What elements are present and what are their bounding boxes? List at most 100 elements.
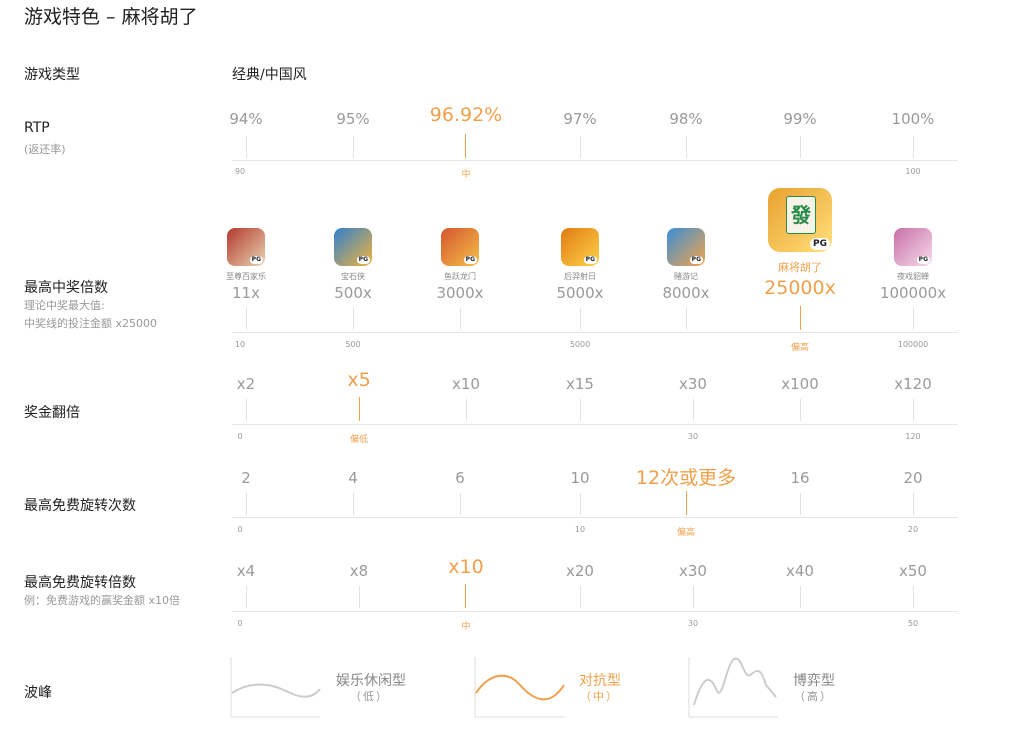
game-type-value: 经典/中国风 [232,67,307,83]
tick [800,493,801,515]
scale-label: 500 [345,340,361,349]
game-icon[interactable]: PG [441,228,479,266]
game-icon[interactable]: PG [227,228,265,266]
tick [686,136,687,158]
free-spins-value: 20 [903,469,923,487]
scale-marker: 偏高 [790,343,810,353]
wave-mid-level: （中） [580,690,619,703]
game-name: 后羿射日 [564,272,596,281]
scale-marker: 中 [461,170,471,180]
free-mult-value: x4 [236,562,256,580]
max-win-value: 8000x [662,284,710,302]
free-mult-value: x20 [566,562,594,580]
mahjong-tile-icon: 發 [786,196,816,234]
tick [246,586,247,608]
scale-label: 10 [234,340,246,349]
free-spins-value: 10 [570,469,590,487]
axis-line [232,160,958,161]
free-mult-value: x8 [349,562,369,580]
axis-line [232,424,958,425]
tick [913,136,914,158]
tick [353,308,354,330]
scale-label: 0 [237,432,243,441]
tick [246,493,247,515]
game-icon[interactable]: PG [561,228,599,266]
max-win-value: 3000x [436,284,484,302]
max-win-value: 100000x [879,284,947,302]
axis-line [232,611,958,612]
tick [800,136,801,158]
wave-low-icon [230,657,321,718]
rtp-value: 98% [669,110,703,128]
scale-label: 100 [905,167,921,176]
tick [580,493,581,515]
pg-logo: PG [583,256,597,264]
free-spins-value: 4 [348,469,358,487]
scale-label: 30 [687,432,699,441]
pg-logo: PG [689,256,703,264]
free-spins-value: 16 [790,469,810,487]
game-icon[interactable]: PG [894,228,932,266]
rtp-value: 95% [336,110,370,128]
free-mult-sub: 例：免费游戏的赢奖金额 x10倍 [24,594,181,607]
free-spins-value-current: 12次或更多 [635,467,737,489]
scale-label: 0 [237,525,243,534]
scale-label: 30 [687,619,699,628]
tick [693,399,694,421]
multiplier-value-current: x5 [347,369,371,391]
free-mult-label: 最高免费旋转倍数 [24,575,136,591]
multiplier-value: x100 [781,375,819,393]
wave-high-icon [688,657,778,718]
game-icon[interactable]: PG [334,228,372,266]
multiplier-value: x15 [566,375,594,393]
pg-logo: PG [916,256,930,264]
volatility-label: 波峰 [24,685,52,701]
max-win-value-current: 25000x [764,277,836,299]
rtp-value: 99% [783,110,817,128]
tick [460,493,461,515]
rtp-value: 94% [229,110,263,128]
tick [686,308,687,330]
game-name: 鱼跃龙门 [444,272,476,281]
pg-logo: PG [249,256,263,264]
tick [580,308,581,330]
tick [913,493,914,515]
multiplier-label: 奖金翻倍 [24,405,80,421]
wave-low-name: 娱乐休闲型 [336,673,406,689]
game-name: 赌游记 [674,272,698,281]
free-mult-value: x30 [679,562,707,580]
tick-current [465,584,466,608]
page-title: 游戏特色 – 麻将胡了 [24,6,198,28]
pg-logo: PG [810,238,830,250]
game-icon-current[interactable]: 發 PG [768,188,832,252]
game-name: 宝石侠 [341,272,365,281]
tick [353,493,354,515]
scale-label: 5000 [569,340,591,349]
scale-marker: 偏低 [349,435,369,445]
tick-current [359,397,360,421]
tick [466,399,467,421]
scale-marker: 中 [461,622,471,632]
game-name: 至尊百家乐 [226,272,266,281]
multiplier-value: x120 [894,375,932,393]
tick-current [800,306,801,330]
tick [693,586,694,608]
max-win-value: 11x [232,284,260,302]
wave-high-level: （高） [794,690,833,703]
pg-logo: PG [356,256,370,264]
tick [246,136,247,158]
multiplier-value: x30 [679,375,707,393]
scale-label: 50 [907,619,919,628]
pg-logo: PG [463,256,477,264]
tick [460,308,461,330]
rtp-value-current: 96.92% [429,104,503,126]
game-icon[interactable]: PG [667,228,705,266]
free-mult-value: x50 [899,562,927,580]
multiplier-value: x10 [452,375,480,393]
max-win-label: 最高中奖倍数 [24,280,108,296]
rtp-value: 97% [563,110,597,128]
tick [246,399,247,421]
scale-marker: 偏高 [676,528,696,538]
game-name: 夜戏貂蝉 [897,272,929,281]
scale-label: 0 [237,619,243,628]
